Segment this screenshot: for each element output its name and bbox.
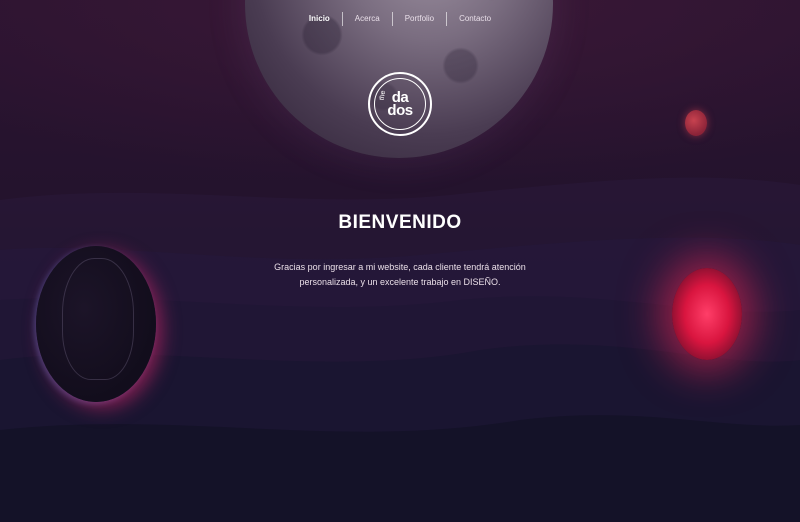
welcome-text: Gracias por ingresar a mi website, cada … <box>274 262 526 287</box>
nav-acerca[interactable]: Acerca <box>341 12 392 26</box>
logo-small-text: the <box>378 90 388 101</box>
welcome-title: BIENVENIDO <box>338 212 462 233</box>
site-logo[interactable]: the da dos <box>368 72 432 136</box>
nav-portfolio[interactable]: Portfolio <box>391 12 446 26</box>
nav-inicio[interactable]: Inicio <box>297 12 342 26</box>
small-red-planet <box>685 110 707 136</box>
logo-wordmark: da dos <box>387 90 413 119</box>
nav-contacto[interactable]: Contacto <box>446 12 503 26</box>
logo-line-2: dos <box>387 102 413 119</box>
main-navigation: Inicio Acerca Portfolio Contacto <box>0 12 800 26</box>
welcome-section: BIENVENIDO Gracias por ingresar a mi web… <box>0 212 800 290</box>
